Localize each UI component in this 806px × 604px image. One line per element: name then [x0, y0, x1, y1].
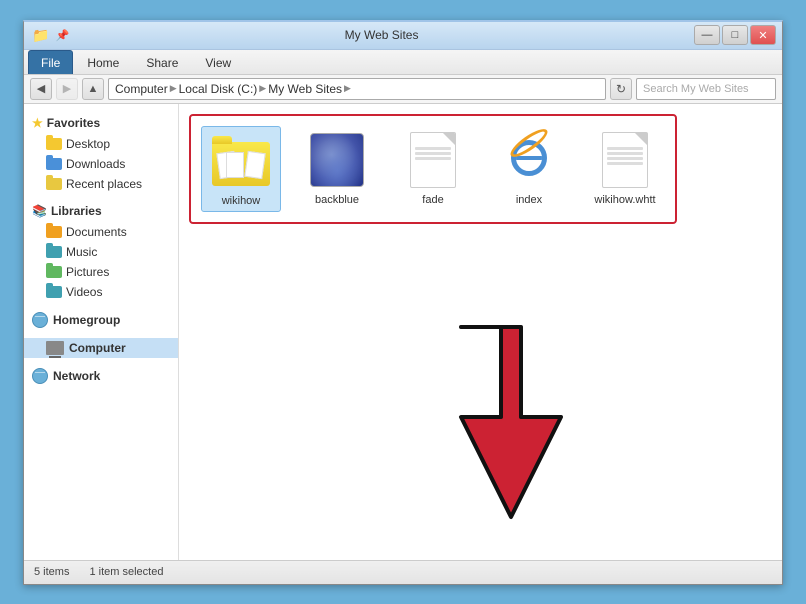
- sidebar-section-libraries: 📚 Libraries Documents Music Pictures: [24, 200, 178, 302]
- wikihow-whtt-file-name: wikihow.whtt: [594, 194, 655, 206]
- computer-icon: [46, 341, 64, 355]
- files-container: wikihow backblue: [189, 114, 677, 224]
- sidebar-header-libraries[interactable]: 📚 Libraries: [24, 200, 178, 222]
- quick-access-pin[interactable]: 📌: [55, 29, 69, 42]
- up-button[interactable]: ▲: [82, 78, 104, 100]
- backblue-file-icon: [307, 130, 367, 190]
- refresh-button[interactable]: ↻: [610, 78, 632, 100]
- sidebar-item-documents[interactable]: Documents: [24, 222, 178, 242]
- downloads-folder-icon: [46, 158, 62, 170]
- documents-label: Documents: [66, 225, 127, 239]
- sidebar-item-downloads[interactable]: Downloads: [24, 154, 178, 174]
- index-file-icon: [499, 130, 559, 190]
- sidebar-section-computer: Computer: [24, 338, 178, 358]
- search-placeholder: Search My Web Sites: [643, 83, 749, 95]
- search-box[interactable]: Search My Web Sites: [636, 78, 776, 100]
- sidebar-item-pictures[interactable]: Pictures: [24, 262, 178, 282]
- address-bar: ◀ ▶ ▲ Computer ▶ Local Disk (C:) ▶ My We…: [24, 75, 782, 104]
- title-bar-controls: — □ ✕: [694, 25, 776, 45]
- backblue-file-name: backblue: [315, 194, 359, 206]
- music-label: Music: [66, 245, 97, 259]
- main-content: ★ Favorites Desktop Downloads Recent pla…: [24, 104, 782, 560]
- documents-folder-icon: [46, 226, 62, 238]
- videos-label: Videos: [66, 285, 102, 299]
- libraries-label: Libraries: [51, 204, 102, 218]
- fade-file-icon: [403, 130, 463, 190]
- item-count: 5 items: [34, 566, 69, 578]
- wikihow-whtt-file-icon: [595, 130, 655, 190]
- libraries-icon: 📚: [32, 204, 47, 218]
- file-area: wikihow backblue: [179, 104, 782, 560]
- sidebar-section-favorites: ★ Favorites Desktop Downloads Recent pla…: [24, 112, 178, 194]
- fade-file-name: fade: [422, 194, 443, 206]
- red-arrow-annotation: [431, 317, 591, 530]
- sidebar-section-homegroup: Homegroup: [24, 308, 178, 332]
- sidebar-item-videos[interactable]: Videos: [24, 282, 178, 302]
- status-bar: 5 items 1 item selected: [24, 560, 782, 584]
- network-icon: [32, 368, 48, 384]
- desktop-label: Desktop: [66, 137, 110, 151]
- forward-button[interactable]: ▶: [56, 78, 78, 100]
- file-item-backblue[interactable]: backblue: [297, 126, 377, 210]
- music-folder-icon: [46, 246, 62, 258]
- minimize-button[interactable]: —: [694, 25, 720, 45]
- videos-folder-icon: [46, 286, 62, 298]
- homegroup-label: Homegroup: [53, 313, 120, 327]
- recent-label: Recent places: [66, 177, 142, 191]
- sidebar: ★ Favorites Desktop Downloads Recent pla…: [24, 104, 179, 560]
- recent-folder-icon: [46, 178, 62, 190]
- title-bar: 📁 📌 My Web Sites — □ ✕: [24, 22, 782, 50]
- desktop-folder-icon: [46, 138, 62, 150]
- title-bar-left: 📁 📌: [32, 27, 69, 44]
- index-file-name: index: [516, 194, 542, 206]
- sidebar-section-network: Network: [24, 364, 178, 388]
- sidebar-item-music[interactable]: Music: [24, 242, 178, 262]
- wikihow-folder-icon: [211, 131, 271, 191]
- file-item-fade[interactable]: fade: [393, 126, 473, 210]
- sidebar-header-computer[interactable]: Computer: [24, 338, 178, 358]
- window-title: My Web Sites: [69, 28, 694, 42]
- star-icon: ★: [32, 116, 43, 130]
- selected-count: 1 item selected: [89, 566, 163, 578]
- tab-view[interactable]: View: [192, 50, 244, 74]
- pictures-label: Pictures: [66, 265, 109, 279]
- address-path[interactable]: Computer ▶ Local Disk (C:) ▶ My Web Site…: [108, 78, 606, 100]
- sidebar-item-desktop[interactable]: Desktop: [24, 134, 178, 154]
- ribbon-tabs: File Home Share View: [24, 50, 782, 74]
- window-icon: 📁: [32, 27, 49, 44]
- tab-file[interactable]: File: [28, 50, 73, 74]
- tab-share[interactable]: Share: [133, 50, 191, 74]
- tab-home[interactable]: Home: [74, 50, 132, 74]
- sidebar-header-favorites[interactable]: ★ Favorites: [24, 112, 178, 134]
- sidebar-header-network[interactable]: Network: [24, 364, 178, 388]
- path-localdisk[interactable]: Local Disk (C:): [179, 82, 258, 96]
- back-button[interactable]: ◀: [30, 78, 52, 100]
- sidebar-header-homegroup[interactable]: Homegroup: [24, 308, 178, 332]
- downloads-label: Downloads: [66, 157, 125, 171]
- sidebar-item-recent[interactable]: Recent places: [24, 174, 178, 194]
- ribbon: File Home Share View: [24, 50, 782, 75]
- path-computer[interactable]: Computer: [115, 82, 168, 96]
- computer-label: Computer: [69, 341, 126, 355]
- wikihow-file-name: wikihow: [222, 195, 261, 207]
- favorites-label: Favorites: [47, 116, 100, 130]
- file-item-wikihow-whtt[interactable]: wikihow.whtt: [585, 126, 665, 210]
- pictures-folder-icon: [46, 266, 62, 278]
- maximize-button[interactable]: □: [722, 25, 748, 45]
- homegroup-icon: [32, 312, 48, 328]
- file-item-wikihow[interactable]: wikihow: [201, 126, 281, 212]
- main-window: 📁 📌 My Web Sites — □ ✕ File Home Share V…: [23, 20, 783, 585]
- path-mywebsites[interactable]: My Web Sites: [268, 82, 342, 96]
- close-button[interactable]: ✕: [750, 25, 776, 45]
- network-label: Network: [53, 369, 100, 383]
- file-item-index[interactable]: index: [489, 126, 569, 210]
